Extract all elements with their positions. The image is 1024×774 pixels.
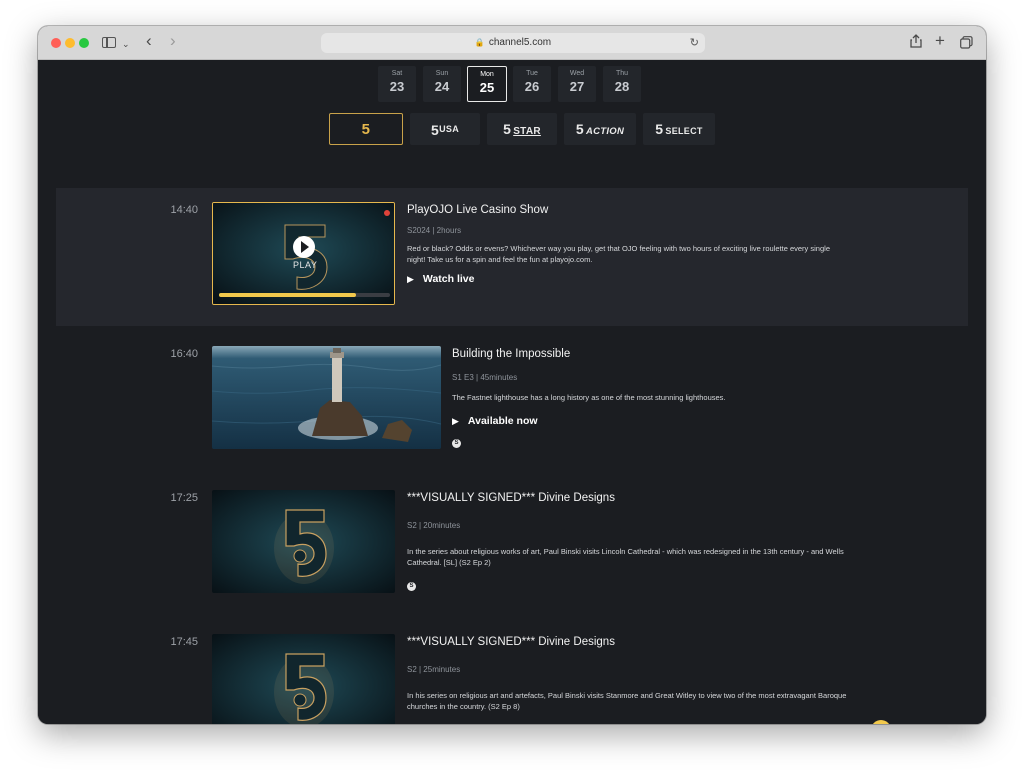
programme-meta: S1 E3 | 45minutes xyxy=(452,373,518,382)
browser-window: ⌄ ‹ › 🔒 channel5.com ↻ + Sat 23 Sun 24 M… xyxy=(38,26,986,724)
programme-thumbnail[interactable] xyxy=(212,346,441,449)
channel-tab-5[interactable]: 5 xyxy=(329,113,403,145)
forward-arrow-icon[interactable]: › xyxy=(170,32,176,50)
programme-time: 17:45 xyxy=(170,636,198,648)
programme-meta: S2 | 25minutes xyxy=(407,665,461,674)
day-date: 23 xyxy=(389,79,405,94)
channel-logo-number: 5 xyxy=(431,122,440,138)
zoom-window-button[interactable] xyxy=(79,38,89,48)
programme-meta: S2024 | 2hours xyxy=(407,226,462,235)
play-button-icon[interactable] xyxy=(293,236,315,258)
tv-guide-page: Sat 23 Sun 24 Mon 25 Tue 26 Wed 27 Thu 2… xyxy=(38,60,986,724)
available-now-button[interactable]: ▶ Available now xyxy=(452,415,538,427)
programme-title[interactable]: ***VISUALLY SIGNED*** Divine Designs xyxy=(407,492,615,504)
day-name: Tue xyxy=(526,70,538,77)
channel-logo-suffix: ACTION xyxy=(585,126,625,137)
day-tab-sun[interactable]: Sun 24 xyxy=(423,66,461,102)
close-window-button[interactable] xyxy=(51,38,61,48)
channel-logo-number: 5 xyxy=(575,121,584,137)
programme-title[interactable]: Building the Impossible xyxy=(452,348,570,360)
programme-description: The Fastnet lighthouse has a long histor… xyxy=(452,393,726,402)
programme-title[interactable]: PlayOJO Live Casino Show xyxy=(407,204,548,216)
programme-time: 14:40 xyxy=(170,204,198,216)
new-tab-icon[interactable]: + xyxy=(935,32,945,50)
channel-logo-suffix: USA xyxy=(439,124,459,134)
watch-live-button[interactable]: ▶ Watch live xyxy=(407,273,474,285)
share-icon[interactable] xyxy=(910,34,922,52)
play-triangle-icon: ▶ xyxy=(452,416,459,426)
day-name: Sat xyxy=(391,70,403,77)
channel-tab-5select[interactable]: 5 SELECT xyxy=(643,113,715,145)
day-date: 28 xyxy=(614,79,630,94)
day-name: Sun xyxy=(435,70,449,77)
minimize-window-button[interactable] xyxy=(65,38,75,48)
play-triangle-icon: ▶ xyxy=(407,274,414,284)
channel-tab-5usa[interactable]: 5USA xyxy=(410,113,480,145)
live-progress-fill xyxy=(219,293,356,297)
day-tab-mon[interactable]: Mon 25 xyxy=(467,66,507,102)
day-tab-wed[interactable]: Wed 27 xyxy=(558,66,596,102)
day-tab-thu[interactable]: Thu 28 xyxy=(603,66,641,102)
programme-description: In his series on religious art and artef… xyxy=(407,691,847,711)
programme-description: In the series about religious works of a… xyxy=(407,547,844,567)
channel-logo-number: 5 xyxy=(655,121,664,137)
available-now-label: Available now xyxy=(467,415,538,427)
subtitles-icon: S xyxy=(452,439,461,448)
scroll-to-top-button[interactable]: ⌃ xyxy=(871,720,891,724)
programme-time: 16:40 xyxy=(170,348,198,360)
live-programme-thumbnail[interactable]: PLAY xyxy=(212,202,395,305)
channel-logo-number: 5 xyxy=(361,121,371,138)
programme-title[interactable]: ***VISUALLY SIGNED*** Divine Designs xyxy=(407,636,615,648)
day-name: Thu xyxy=(615,70,629,77)
reload-icon[interactable]: ↻ xyxy=(690,33,699,53)
programme-meta: S2 | 20minutes xyxy=(407,521,461,530)
day-date: 27 xyxy=(569,79,585,94)
day-date: 24 xyxy=(434,79,450,94)
channel-tab-5action[interactable]: 5 ACTION xyxy=(564,113,636,145)
subtitles-icon: S xyxy=(407,582,416,591)
day-tab-tue[interactable]: Tue 26 xyxy=(513,66,551,102)
channel-logo-suffix: SELECT xyxy=(665,126,703,136)
channel-logo-suffix: STAR xyxy=(513,126,541,137)
url-text: channel5.com xyxy=(488,37,552,48)
browser-toolbar: ⌄ ‹ › 🔒 channel5.com ↻ + xyxy=(38,26,986,60)
back-arrow-icon[interactable]: ‹ xyxy=(146,32,152,50)
day-name: Mon xyxy=(480,71,494,78)
lock-icon: 🔒 xyxy=(474,38,485,47)
watch-live-label: Watch live xyxy=(422,273,475,285)
channel-logo-number: 5 xyxy=(503,121,512,137)
play-label: PLAY xyxy=(293,260,318,270)
programme-description: Red or black? Odds or evens? Whichever w… xyxy=(407,244,830,264)
channel-tab-5star[interactable]: 5 STAR xyxy=(487,113,557,145)
programme-time: 17:25 xyxy=(170,492,198,504)
sidebar-toggle-icon[interactable] xyxy=(102,37,116,48)
tab-overview-icon[interactable] xyxy=(960,35,973,53)
programme-thumbnail[interactable] xyxy=(212,634,395,724)
day-date: 26 xyxy=(524,79,540,94)
address-bar[interactable]: 🔒 channel5.com ↻ xyxy=(321,33,705,53)
programme-thumbnail[interactable] xyxy=(212,490,395,593)
day-tab-sat[interactable]: Sat 23 xyxy=(378,66,416,102)
live-indicator-icon xyxy=(384,210,390,216)
chevron-down-icon[interactable]: ⌄ xyxy=(122,35,130,53)
day-date: 25 xyxy=(479,80,495,95)
day-name: Wed xyxy=(569,70,585,77)
